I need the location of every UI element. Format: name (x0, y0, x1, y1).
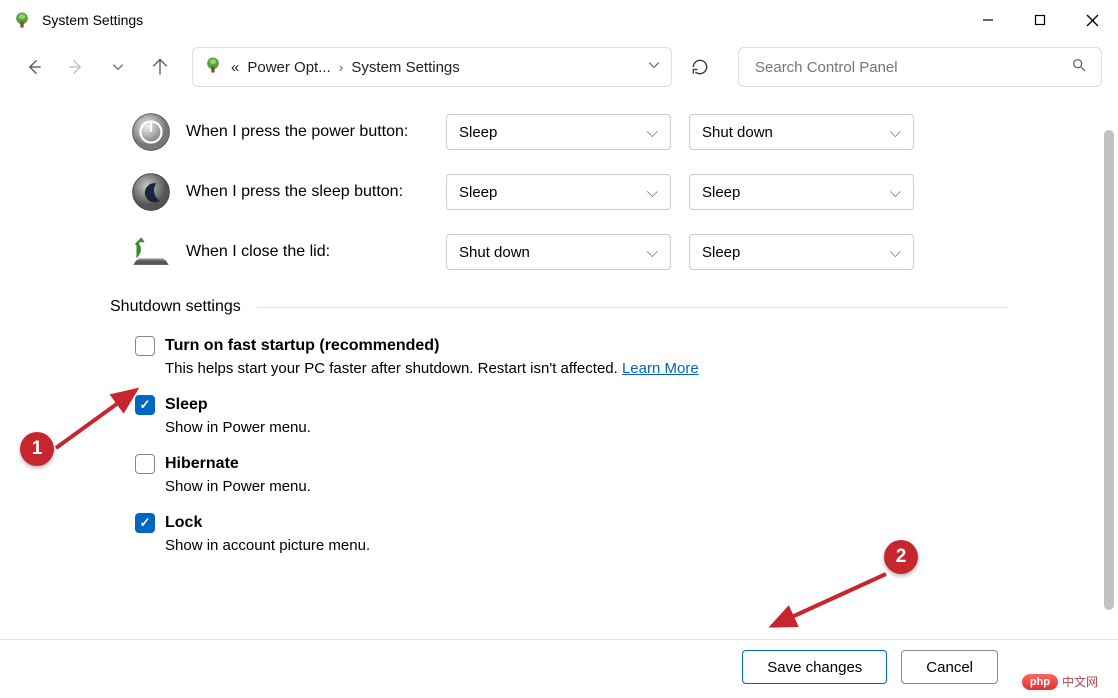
row-label: When I close the lid: (186, 243, 446, 261)
breadcrumb-prefix: « (231, 59, 239, 76)
watermark-badge: php (1022, 674, 1058, 690)
dropdown-lid-battery[interactable]: Shut down⌵ (446, 234, 671, 270)
window-title: System Settings (42, 12, 143, 28)
checkbox-fast-startup[interactable] (135, 336, 155, 356)
power-icon (130, 111, 172, 153)
laptop-icon (130, 231, 172, 273)
app-icon (12, 10, 32, 30)
option-hibernate: Hibernate Show in Power menu. (135, 448, 1078, 507)
divider (257, 307, 1008, 308)
row-close-lid: When I close the lid: Shut down⌵ Sleep⌵ (130, 224, 1078, 280)
option-sleep: Sleep Show in Power menu. (135, 389, 1078, 448)
watermark: php 中文网 (1022, 673, 1098, 690)
row-sleep-button: When I press the sleep button: Sleep⌵ Sl… (130, 164, 1078, 220)
option-label: Lock (165, 514, 202, 532)
search-input[interactable] (753, 58, 1071, 77)
save-changes-button[interactable]: Save changes (742, 650, 887, 684)
up-button[interactable] (142, 49, 178, 85)
option-label: Sleep (165, 396, 208, 414)
dropdown-power-plugged[interactable]: Shut down⌵ (689, 114, 914, 150)
recent-locations-button[interactable] (100, 49, 136, 85)
row-label: When I press the power button: (186, 123, 446, 141)
section-shutdown-settings: Shutdown settings (110, 298, 1078, 316)
footer-buttons: Save changes Cancel (742, 650, 998, 684)
navigation-bar: « Power Opt... › System Settings (0, 40, 1118, 94)
refresh-button[interactable] (680, 47, 720, 87)
option-description: Show in account picture menu. (165, 537, 1078, 554)
chevron-right-icon: › (339, 59, 344, 75)
chevron-down-icon: ⌵ (890, 124, 901, 141)
close-button[interactable] (1066, 0, 1118, 40)
search-icon[interactable] (1071, 57, 1087, 78)
moon-icon (130, 171, 172, 213)
search-box[interactable] (738, 47, 1102, 87)
breadcrumb-item-2[interactable]: System Settings (351, 59, 459, 76)
scrollbar[interactable] (1104, 130, 1114, 610)
chevron-down-icon: ⌵ (890, 244, 901, 261)
dropdown-power-battery[interactable]: Sleep⌵ (446, 114, 671, 150)
cancel-button[interactable]: Cancel (901, 650, 998, 684)
breadcrumb-item-1[interactable]: Power Opt... (247, 59, 330, 76)
annotation-arrow-1 (50, 380, 150, 460)
chevron-down-icon: ⌵ (890, 184, 901, 201)
dropdown-sleep-battery[interactable]: Sleep⌵ (446, 174, 671, 210)
dropdown-sleep-plugged[interactable]: Sleep⌵ (689, 174, 914, 210)
option-description: Show in Power menu. (165, 478, 1078, 495)
option-label: Turn on fast startup (recommended) (165, 337, 439, 355)
checkbox-lock[interactable] (135, 513, 155, 533)
chevron-down-icon: ⌵ (647, 124, 658, 141)
title-bar-left: System Settings (12, 10, 143, 30)
breadcrumb-icon (203, 55, 223, 80)
breadcrumb[interactable]: « Power Opt... › System Settings (192, 47, 672, 87)
window-controls (962, 0, 1118, 40)
chevron-down-icon: ⌵ (647, 244, 658, 261)
option-label: Hibernate (165, 455, 239, 473)
option-fast-startup: Turn on fast startup (recommended) This … (135, 330, 1078, 389)
section-title: Shutdown settings (110, 298, 241, 316)
option-lock: Lock Show in account picture menu. (135, 507, 1078, 566)
dropdown-lid-plugged[interactable]: Sleep⌵ (689, 234, 914, 270)
option-description: This helps start your PC faster after sh… (165, 360, 1078, 377)
maximize-button[interactable] (1014, 0, 1066, 40)
chevron-down-icon[interactable] (647, 58, 661, 77)
row-label: When I press the sleep button: (186, 183, 446, 201)
annotation-callout-2: 2 (884, 540, 918, 574)
annotation-callout-1: 1 (20, 432, 54, 466)
forward-button[interactable] (58, 49, 94, 85)
learn-more-link[interactable]: Learn More (622, 360, 699, 377)
content-area: When I press the power button: Sleep⌵ Sh… (0, 100, 1118, 638)
divider (0, 639, 1118, 640)
minimize-button[interactable] (962, 0, 1014, 40)
watermark-text: 中文网 (1062, 673, 1098, 690)
option-description: Show in Power menu. (165, 419, 1078, 436)
title-bar: System Settings (0, 0, 1118, 40)
annotation-arrow-2 (760, 570, 900, 640)
row-power-button: When I press the power button: Sleep⌵ Sh… (130, 104, 1078, 160)
chevron-down-icon: ⌵ (647, 184, 658, 201)
back-button[interactable] (16, 49, 52, 85)
